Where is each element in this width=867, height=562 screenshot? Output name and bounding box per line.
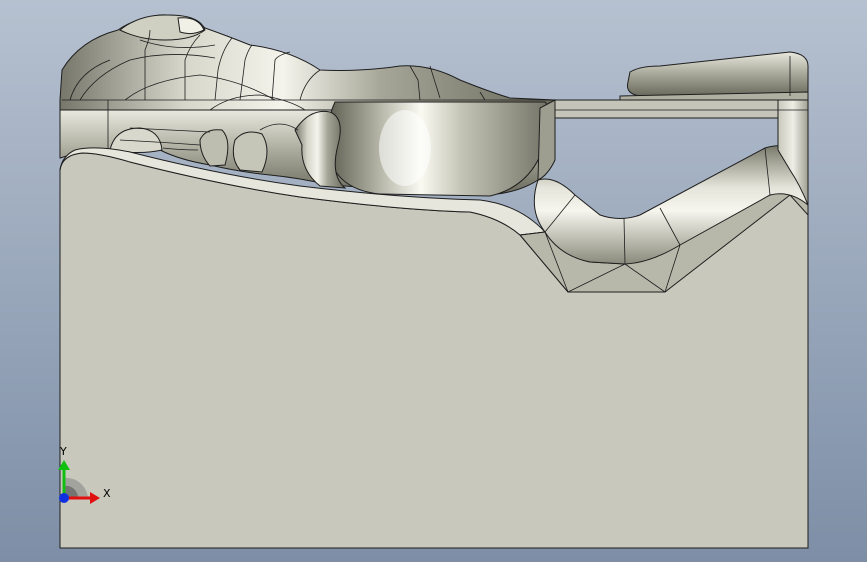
bowl-cavity[interactable] [326,101,552,197]
x-axis-label: X [103,487,111,500]
graphics-viewport[interactable]: X Y [0,0,867,562]
cad-scene[interactable]: X Y [0,0,867,562]
bowl-highlight [379,110,431,186]
shelf-top-face[interactable] [554,99,809,119]
z-axis-dot [59,493,69,503]
bulb-right[interactable] [232,131,268,173]
y-axis-label: Y [59,445,67,458]
